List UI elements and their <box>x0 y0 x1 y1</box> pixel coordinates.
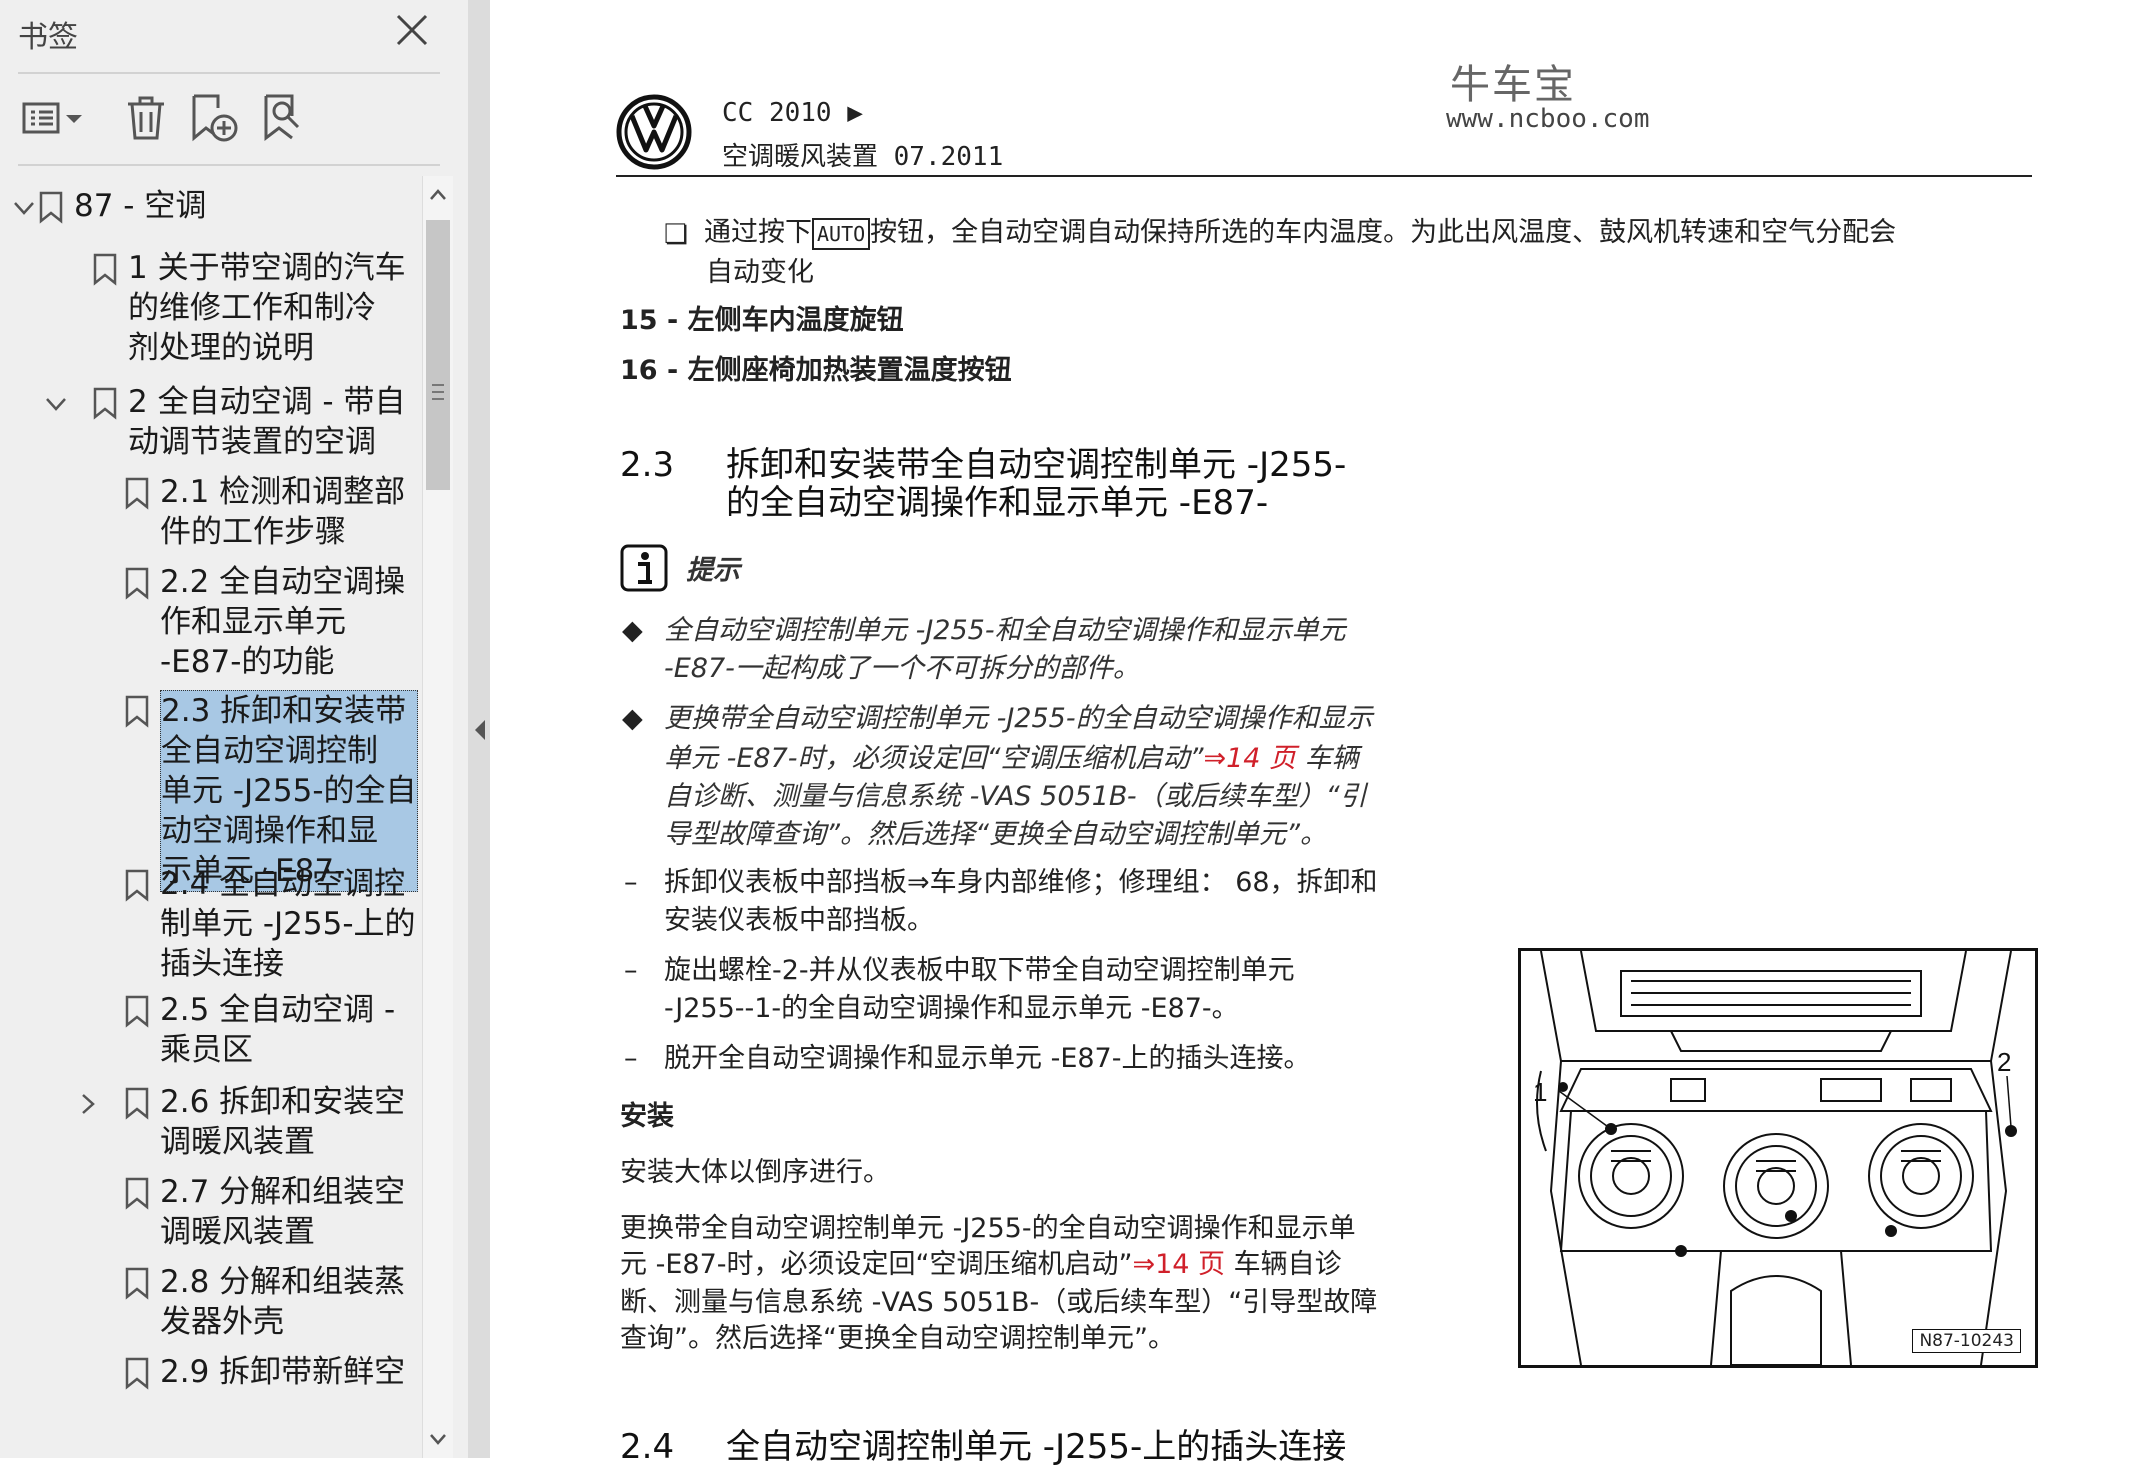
diamond-bullet-icon: ◆ <box>622 703 643 734</box>
technical-illustration: 1 2 N87-10243 <box>1518 948 2038 1368</box>
callout-1: 1 <box>1533 1077 1547 1107</box>
section-number: 2.4 <box>620 1427 675 1467</box>
header-model: CC 2010 ▶ <box>722 98 863 128</box>
install-p2-line3: 断、测量与信息系统 -VAS 5051B-（或后续车型）“引导型故障 <box>620 1287 1378 1318</box>
bookmark-icon <box>124 1086 150 1120</box>
bookmarks-panel: 书签 87 - 空调 1 关于带空调的汽车 的维修工作和制冷 剂处理的说明 2 全自… <box>0 0 468 1458</box>
find-bookmark-icon[interactable] <box>262 90 312 146</box>
bookmark-label[interactable]: 2.3 拆卸和安装带 全自动空调控制 单元 -J255-的全自 动空调操作和显 … <box>160 690 418 892</box>
bookmark-icon <box>124 1356 150 1390</box>
page-link[interactable]: ⇒14 页 <box>1203 743 1296 774</box>
bookmark-icon <box>124 694 150 728</box>
header-subtitle: 空调暖风装置 07.2011 <box>722 142 1004 172</box>
list-options-icon[interactable] <box>22 90 88 146</box>
scroll-down-arrow[interactable] <box>423 1424 453 1454</box>
bookmark-icon <box>38 190 64 224</box>
vw-logo <box>616 94 692 170</box>
note1-line2: -E87-一起构成了一个不可拆分的部件。 <box>664 653 1140 684</box>
section-title: 拆卸和安装带全自动空调控制单元 -J255- <box>726 445 1347 485</box>
note2-line3: 自诊断、测量与信息系统 -VAS 5051B-（或后续车型）“引 <box>664 781 1367 812</box>
dashboard-drawing: 1 2 <box>1533 951 2017 1365</box>
bookmark-label[interactable]: 2.2 全自动空调操 作和显示单元 -E87-的功能 <box>160 562 405 682</box>
close-icon[interactable] <box>392 10 432 50</box>
step1-line2: 安装仪表板中部挡板。 <box>664 905 934 936</box>
section-title: 全自动空调控制单元 -J255-上的插头连接 <box>726 1427 1347 1467</box>
watermark-name: 牛车宝 <box>1450 62 1576 108</box>
dash-bullet: – <box>624 955 638 986</box>
bookmark-icon <box>124 1176 150 1210</box>
step2-line1: 旋出螺栓-2-并从仪表板中取下带全自动空调控制单元 <box>664 955 1295 986</box>
step2-line2: -J255--1-的全自动空调操作和显示单元 -E87-。 <box>664 993 1239 1024</box>
install-paragraph-1: 安装大体以倒序进行。 <box>620 1157 890 1188</box>
bookmark-icon <box>92 386 118 420</box>
bookmark-label[interactable]: 2 全自动空调 - 带自 动调节装置的空调 <box>128 382 405 462</box>
auto-paragraph: 通过按下 AUTO 按钮，全自动空调自动保持所选的车内温度。为此出风温度、鼓风机转速… <box>704 217 1897 250</box>
bookmark-label[interactable]: 2.6 拆卸和安装空 调暖风装置 <box>160 1082 405 1162</box>
figure-id: N87-10243 <box>1912 1329 2021 1353</box>
bookmark-label[interactable]: 2.4 全自动空调控 制单元 -J255-上的 插头连接 <box>160 864 416 984</box>
scroll-thumb[interactable] <box>426 220 450 490</box>
callout-2: 2 <box>1997 1047 2011 1077</box>
section-number: 2.3 <box>620 445 675 485</box>
trash-icon[interactable] <box>124 90 168 146</box>
hint-label: 提示 <box>686 555 740 586</box>
dash-bullet: – <box>624 1043 638 1074</box>
bookmark-label[interactable]: 2.7 分解和组装空 调暖风装置 <box>160 1172 405 1252</box>
install-p2-line4: 查询”。然后选择“更换全自动空调控制单元”。 <box>620 1323 1175 1354</box>
bookmark-icon <box>124 566 150 600</box>
section-title-cont: 的全自动空调操作和显示单元 -E87- <box>726 483 1269 523</box>
note2-line1: 更换带全自动空调控制单元 -J255-的全自动空调操作和显示 <box>664 703 1373 734</box>
chevron-down-icon[interactable] <box>42 390 70 418</box>
bookmark-icon <box>92 252 118 286</box>
install-heading: 安装 <box>620 1101 674 1132</box>
dash-bullet: – <box>624 867 638 898</box>
bookmark-label[interactable]: 1 关于带空调的汽车 的维修工作和制冷 剂处理的说明 <box>128 248 406 368</box>
watermark-url: www.ncboo.com <box>1446 104 1650 134</box>
scroll-up-arrow[interactable] <box>423 180 453 210</box>
bookmark-icon <box>124 476 150 510</box>
legend-item-16: 16 - 左侧座椅加热装置温度按钮 <box>620 355 1012 386</box>
install-p2-line2: 元 -E87-时，必须设定回“空调压缩机启动”⇒14 页 车辆自诊 <box>620 1249 1342 1280</box>
bookmark-label[interactable]: 2.5 全自动空调 - 乘员区 <box>160 990 395 1070</box>
add-bookmark-icon[interactable] <box>190 90 240 146</box>
step3-text: 脱开全自动空调操作和显示单元 -E87-上的插头连接。 <box>664 1043 1311 1074</box>
step1-line1: 拆卸仪表板中部挡板⇒车身内部维修；修理组： 68，拆卸和 <box>664 867 1378 898</box>
install-p2-line1: 更换带全自动空调控制单元 -J255-的全自动空调操作和显示单 <box>620 1213 1356 1244</box>
page-link[interactable]: ⇒14 页 <box>1132 1249 1225 1280</box>
bookmark-tree: 87 - 空调 1 关于带空调的汽车 的维修工作和制冷 剂处理的说明 2 全自动空调… <box>0 176 420 1458</box>
checkbox-bullet-icon: ❏ <box>664 219 689 250</box>
info-icon <box>620 544 668 592</box>
auto-button-glyph: AUTO <box>812 217 871 250</box>
chevron-down-icon[interactable] <box>10 194 38 222</box>
bookmark-label[interactable]: 2.9 拆卸带新鲜空 <box>160 1352 405 1392</box>
auto-paragraph-cont: 自动变化 <box>706 257 814 288</box>
legend-item-15: 15 - 左侧车内温度旋钮 <box>620 305 904 336</box>
bookmark-label[interactable]: 87 - 空调 <box>74 186 206 226</box>
tree-scrollbar[interactable] <box>422 176 453 1458</box>
chevron-right-icon[interactable] <box>74 1090 102 1118</box>
note2-line2: 单元 -E87-时，必须设定回“空调压缩机启动”⇒14 页 车辆 <box>664 743 1359 774</box>
bookmark-icon <box>124 1266 150 1300</box>
diamond-bullet-icon: ◆ <box>622 615 643 646</box>
header-rule <box>616 175 2032 177</box>
divider <box>18 72 440 74</box>
bookmark-icon <box>124 868 150 902</box>
panel-title: 书签 <box>18 20 78 55</box>
divider <box>18 164 440 166</box>
note2-line4: 导型故障查询”。然后选择“更换全自动空调控制单元”。 <box>664 819 1327 850</box>
collapse-panel-icon[interactable] <box>473 716 487 744</box>
bookmark-label[interactable]: 2.1 检测和调整部 件的工作步骤 <box>160 472 405 552</box>
bookmark-icon <box>124 994 150 1028</box>
bookmark-label[interactable]: 2.8 分解和组装蒸 发器外壳 <box>160 1262 405 1342</box>
note1-line1: 全自动空调控制单元 -J255-和全自动空调操作和显示单元 <box>664 615 1346 646</box>
